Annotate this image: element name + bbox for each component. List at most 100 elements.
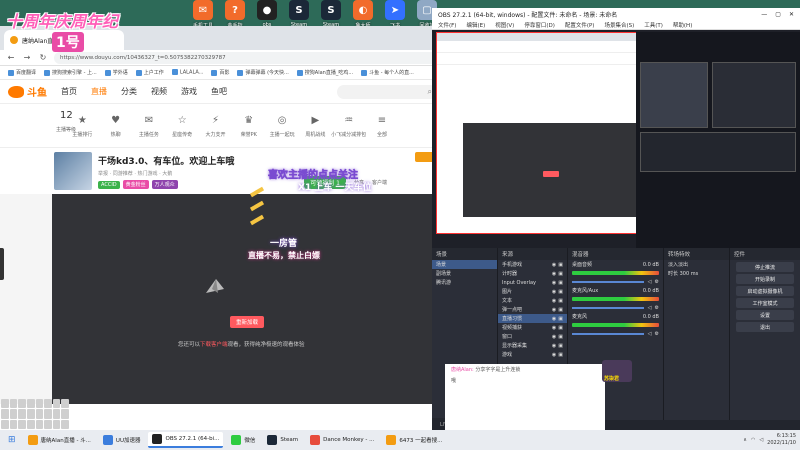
lock-icon[interactable]: ▣ (558, 307, 563, 313)
minimize-icon[interactable]: — (761, 11, 767, 18)
source-item[interactable]: 视频捕获 ◉ ▣ (498, 323, 567, 332)
category-item[interactable]: ♒ 小飞减分减排包 (331, 114, 366, 138)
url-field[interactable]: https://www.douyu.com/10436327_t=0.50753… (54, 51, 439, 64)
lock-icon[interactable]: ▣ (558, 289, 563, 295)
chevron-up-icon[interactable]: ∧ (743, 437, 747, 443)
obs-control-button[interactable]: 停止推流 (736, 262, 794, 272)
start-icon[interactable]: ⊞ (4, 432, 20, 448)
source-item[interactable]: Input Overlay ◉ ▣ (498, 278, 567, 287)
eye-icon[interactable]: ◉ (552, 316, 556, 322)
speaker-icon[interactable]: ◁ (648, 305, 652, 311)
source-item[interactable]: 弹一点吧 ◉ ▣ (498, 305, 567, 314)
side-handle[interactable] (0, 248, 4, 280)
clock[interactable]: 6:13:15 2022/11/10 (767, 433, 796, 447)
lock-icon[interactable]: ▣ (558, 352, 563, 358)
nav-item[interactable]: 游戏 (181, 86, 197, 97)
nav-item[interactable]: 分类 (121, 86, 137, 97)
bookmark-item[interactable]: LALALA... (172, 69, 204, 76)
client-link[interactable]: 客户端 (372, 179, 387, 186)
volume-icon[interactable]: ◁ (759, 437, 763, 443)
obs-control-button[interactable]: 开始录制 (736, 274, 794, 284)
eye-icon[interactable]: ◉ (552, 280, 556, 286)
taskbar-app[interactable]: Steam (263, 432, 302, 448)
source-item[interactable]: 游戏 ◉ ▣ (498, 350, 567, 359)
obs-control-button[interactable]: 设置 (736, 310, 794, 320)
nav-item[interactable]: 首页 (61, 86, 77, 97)
obs-menu-item[interactable]: 停靠窗口(D) (524, 21, 555, 29)
eye-icon[interactable]: ◉ (552, 262, 556, 268)
obs-menu-item[interactable]: 视图(V) (495, 21, 514, 29)
source-item[interactable]: 直播习惯 ◉ ▣ (498, 314, 567, 323)
source-item[interactable]: 图片 ◉ ▣ (498, 287, 567, 296)
taskbar-app[interactable]: Dance Monkey - ... (306, 432, 378, 448)
eye-icon[interactable]: ◉ (552, 325, 556, 331)
taskbar-app[interactable]: 微信 (227, 432, 259, 448)
source-item[interactable]: 手机游戏 ◉ ▣ (498, 260, 567, 269)
volume-slider[interactable] (572, 306, 644, 309)
volume-slider[interactable] (572, 280, 644, 283)
bookmark-item[interactable]: 学外语 (105, 69, 128, 76)
category-item[interactable]: ▶ 周机战线 (300, 114, 330, 138)
scene-item[interactable]: 场景 (432, 260, 497, 269)
scene-item[interactable]: 腾讯游 (432, 278, 497, 287)
obs-preview[interactable] (432, 30, 800, 248)
speaker-icon[interactable]: ◁ (648, 279, 652, 285)
download-client-link[interactable]: 下载客户端 (200, 342, 228, 348)
transition-type[interactable]: 淡入淡出 (664, 260, 729, 269)
obs-menu-item[interactable]: 配置文件(P) (565, 21, 595, 29)
bookmark-item[interactable]: 百影 (211, 69, 229, 76)
chat-username[interactable]: 唐纳Alan: (451, 367, 474, 373)
speaker-icon[interactable]: ◁ (648, 331, 652, 337)
obs-control-button[interactable]: 启动虚拟摄像机 (736, 286, 794, 296)
obs-menu-item[interactable]: 场景集合(S) (604, 21, 634, 29)
obs-menu-item[interactable]: 文件(F) (438, 21, 456, 29)
nav-item[interactable]: 视频 (151, 86, 167, 97)
lock-icon[interactable]: ▣ (558, 334, 563, 340)
lock-icon[interactable]: ▣ (558, 298, 563, 304)
lock-icon[interactable]: ▣ (558, 343, 563, 349)
eye-icon[interactable]: ◉ (552, 298, 556, 304)
site-search[interactable]: ⌕ (337, 84, 437, 99)
obs-menu-item[interactable]: 编辑(E) (466, 21, 485, 29)
category-item[interactable]: ✉ 主播任务 (134, 114, 164, 138)
duration-value[interactable]: 300 ms (680, 271, 699, 277)
category-item[interactable]: ⚡ 大力支开 (200, 114, 230, 138)
category-item[interactable]: ◎ 主播一起玩 (267, 114, 297, 138)
bookmark-item[interactable]: 弹幕弹幕 (今天快... (237, 69, 288, 76)
eye-icon[interactable]: ◉ (552, 289, 556, 295)
taskbar-app[interactable]: OBS 27.2.1 (64-bi... (148, 432, 224, 448)
forward-icon[interactable]: → (22, 53, 32, 62)
taskbar-app[interactable]: 唐纳Alan直播 - 斗... (24, 432, 95, 448)
source-item[interactable]: 计时器 ◉ ▣ (498, 269, 567, 278)
lock-icon[interactable]: ▣ (558, 325, 563, 331)
lock-icon[interactable]: ▣ (558, 262, 563, 268)
bookmark-item[interactable]: 搜狗Alan直播_吃鸡... (297, 69, 353, 76)
site-logo[interactable]: 斗鱼 (8, 84, 47, 99)
obs-menu-item[interactable]: 工具(T) (644, 21, 663, 29)
obs-control-button[interactable]: 退出 (736, 322, 794, 332)
streamer-avatar[interactable] (54, 152, 92, 190)
eye-icon[interactable]: ◉ (552, 307, 556, 313)
eye-icon[interactable]: ◉ (552, 334, 556, 340)
bookmark-item[interactable]: 上户工作 (136, 69, 164, 76)
category-item[interactable]: ≡ 全部 (367, 114, 397, 138)
obs-control-button[interactable]: 工作室模式 (736, 298, 794, 308)
lock-icon[interactable]: ▣ (558, 280, 563, 286)
source-item[interactable]: 显示器采集 ◉ ▣ (498, 341, 567, 350)
lock-icon[interactable]: ▣ (558, 271, 563, 277)
maximize-icon[interactable]: ▢ (775, 11, 781, 18)
taskbar-app[interactable]: UU加速器 (99, 432, 145, 448)
scene-item[interactable]: 副场景 (432, 269, 497, 278)
back-icon[interactable]: ← (6, 53, 16, 62)
gear-icon[interactable]: ⚙ (655, 279, 659, 285)
category-item[interactable]: ☆ 星座传奇 (167, 114, 197, 138)
bookmark-item[interactable]: 百度翻译 (8, 69, 36, 76)
eye-icon[interactable]: ◉ (552, 271, 556, 277)
gear-icon[interactable]: ⚙ (655, 331, 659, 337)
eye-icon[interactable]: ◉ (552, 352, 556, 358)
category-item[interactable]: ♥ 热聊 (101, 114, 131, 138)
wifi-icon[interactable]: ◠ (751, 437, 755, 443)
obs-menu-item[interactable]: 帮助(H) (673, 21, 692, 29)
taskbar-app[interactable]: 6473 一起看搜... (382, 432, 446, 448)
source-item[interactable]: 文本 ◉ ▣ (498, 296, 567, 305)
